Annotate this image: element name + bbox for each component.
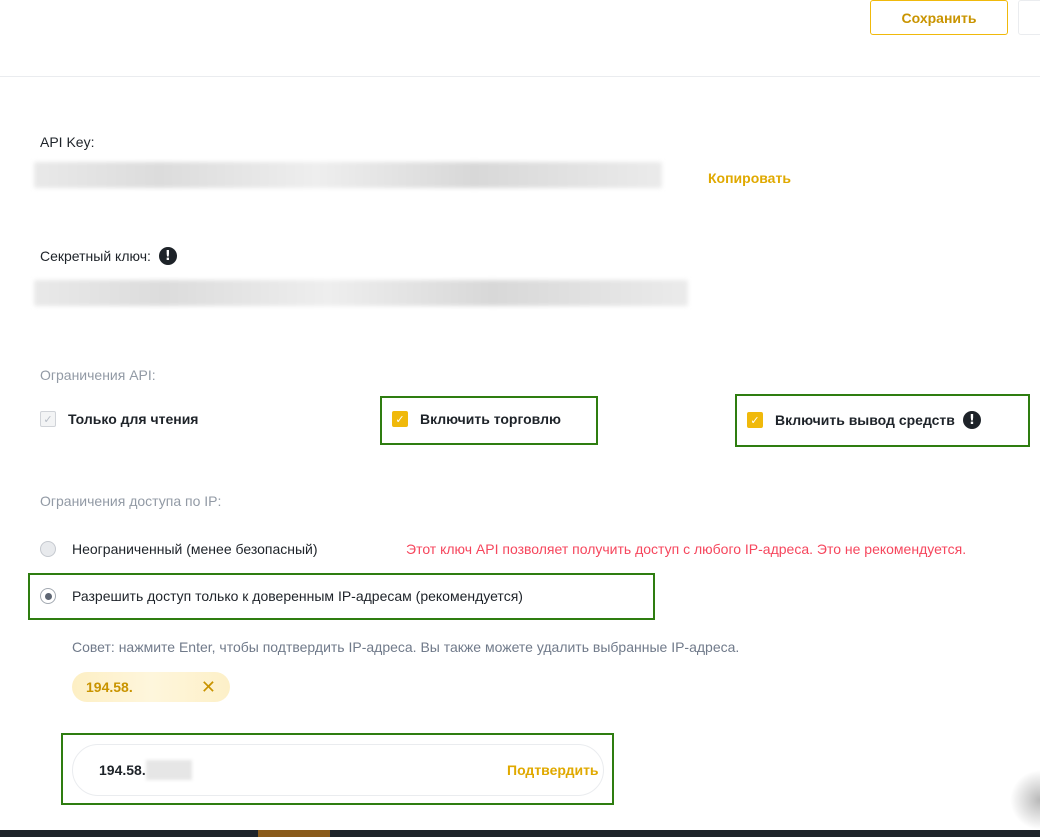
enable-trading-checkbox-row[interactable]: ✓ Включить торговлю	[392, 411, 561, 427]
api-key-label: API Key:	[40, 134, 95, 150]
bottom-bar-accent	[258, 830, 330, 837]
copy-api-key-link[interactable]: Копировать	[708, 170, 791, 186]
read-only-label: Только для чтения	[68, 411, 199, 427]
ip-input-value[interactable]: 194.58.	[99, 762, 146, 778]
secondary-button[interactable]	[1018, 0, 1040, 35]
check-icon: ✓	[750, 413, 760, 427]
trusted-ip-radio-row[interactable]: Разрешить доступ только к доверенным IP-…	[40, 588, 523, 604]
api-restrictions-title: Ограничения API:	[40, 367, 156, 383]
save-button[interactable]: Сохранить	[870, 0, 1008, 35]
check-icon: ✓	[395, 412, 405, 426]
ip-input-redacted	[145, 760, 192, 780]
check-icon: ✓	[43, 412, 53, 426]
enable-withdrawals-checkbox-row[interactable]: ✓ Включить вывод средств !	[747, 411, 981, 429]
exclamation-circle-icon[interactable]: !	[158, 247, 177, 265]
exclamation-circle-icon[interactable]: !	[962, 411, 981, 429]
secret-key-heading: Секретный ключ: !	[40, 247, 177, 265]
ip-tip-text: Совет: нажмите Enter, чтобы подтвердить …	[72, 639, 740, 655]
ip-restrictions-title: Ограничения доступа по IP:	[40, 493, 222, 509]
radio-dot	[44, 592, 52, 600]
ip-input-field[interactable]: 194.58. Подтвердить	[72, 744, 604, 796]
unrestricted-radio[interactable]	[40, 541, 56, 557]
secret-key-label: Секретный ключ:	[40, 248, 151, 264]
ip-chip-value: 194.58.	[86, 679, 133, 695]
bottom-bar	[0, 830, 1040, 837]
enable-withdrawals-label: Включить вывод средств	[775, 412, 955, 428]
unrestricted-radio-row[interactable]: Неограниченный (менее безопасный)	[40, 541, 318, 557]
ip-chip: 194.58. ✕	[72, 672, 230, 702]
unrestricted-warning-text: Этот ключ API позволяет получить доступ …	[406, 541, 967, 557]
enable-withdrawals-checkbox[interactable]: ✓	[747, 412, 763, 428]
trusted-ip-radio[interactable]	[40, 588, 56, 604]
enable-trading-label: Включить торговлю	[420, 411, 561, 427]
trusted-ip-label: Разрешить доступ только к доверенным IP-…	[72, 588, 523, 604]
confirm-ip-button[interactable]: Подтвердить	[507, 762, 603, 778]
api-key-value-redacted	[34, 162, 662, 188]
read-only-checkbox-row: ✓ Только для чтения	[40, 411, 198, 427]
enable-trading-checkbox[interactable]: ✓	[392, 411, 408, 427]
edge-shadow	[1010, 770, 1040, 830]
unrestricted-label: Неограниченный (менее безопасный)	[72, 541, 318, 557]
read-only-checkbox[interactable]: ✓	[40, 411, 56, 427]
close-icon[interactable]: ✕	[201, 677, 216, 698]
secret-key-value-redacted	[34, 280, 688, 306]
